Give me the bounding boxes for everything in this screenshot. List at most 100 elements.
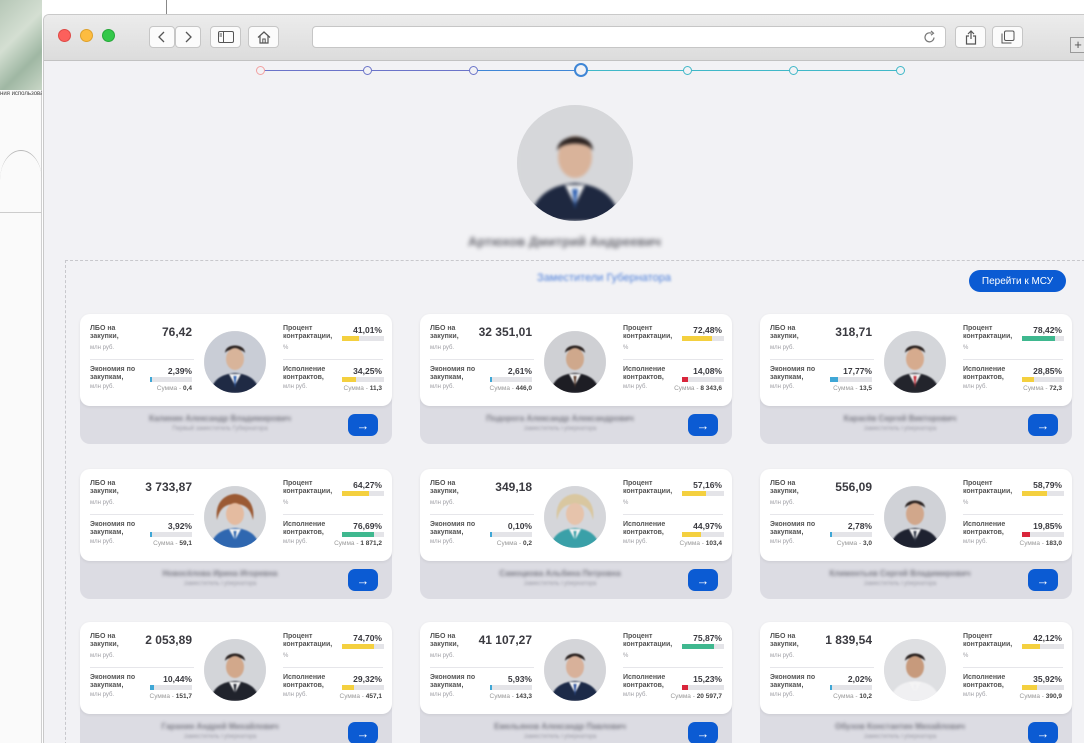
deputy-card: ЛБО на закупки, млн руб. 2 053,89 Эконом… (80, 622, 392, 743)
contract-percent-unit: % (623, 345, 629, 351)
lbo-unit: млн руб. (90, 500, 115, 506)
arrow-right-icon: → (356, 572, 370, 588)
deputy-avatar (884, 331, 946, 393)
economy-percent: 2,39% (167, 366, 192, 376)
progress-step-dot[interactable] (363, 66, 372, 75)
contract-percent-value: 74,70% (353, 633, 382, 643)
execution-sum-value: 103,4 (705, 540, 722, 547)
card-stats-panel: ЛБО на закупки, млн руб. 3 733,87 Эконом… (80, 469, 392, 561)
progress-step-dot[interactable] (896, 66, 905, 75)
new-tab-button[interactable]: + (1070, 37, 1084, 53)
lbo-value: 318,71 (835, 325, 872, 339)
share-button[interactable] (955, 26, 986, 48)
execution-sum: Сумма - 20 597,7 (650, 693, 722, 700)
close-window-button[interactable] (58, 29, 71, 42)
open-deputy-button[interactable]: → (348, 569, 378, 591)
economy-unit: млн руб. (770, 539, 795, 545)
open-deputy-button[interactable]: → (1028, 722, 1058, 743)
progress-step-connector (794, 70, 901, 71)
open-deputy-button[interactable]: → (1028, 569, 1058, 591)
deputy-role: Заместитель Губернатора (183, 581, 257, 587)
divider (623, 514, 723, 515)
execution-unit: млн руб. (963, 539, 988, 545)
contract-percent-unit: % (623, 500, 629, 506)
lbo-value: 1 839,54 (825, 633, 872, 647)
contract-percent-value: 41,01% (353, 325, 382, 335)
contract-bar (682, 644, 724, 649)
execution-sum-value: 1 871,2 (360, 540, 382, 547)
progress-step-dot[interactable] (469, 66, 478, 75)
deputy-role: Заместитель Губернатора (183, 734, 257, 740)
arrow-right-icon: → (1036, 417, 1050, 433)
lbo-label: ЛБО на закупки, (90, 480, 119, 495)
economy-sum-value: 0,2 (522, 540, 532, 547)
forward-button[interactable] (175, 26, 201, 48)
arrow-right-icon: → (356, 417, 370, 433)
desktop-tick (166, 0, 167, 14)
deputy-portrait (544, 486, 606, 548)
back-button[interactable] (149, 26, 175, 48)
contract-percent-unit: % (963, 500, 969, 506)
lbo-label: ЛБО на закупки, (430, 480, 459, 495)
lbo-unit: млн руб. (430, 345, 455, 351)
execution-bar (342, 532, 384, 537)
deputy-portrait (884, 331, 946, 393)
deputy-role: Первый заместитель Губернатора (172, 426, 268, 432)
progress-step-connector (261, 70, 368, 71)
contract-percent-unit: % (283, 653, 289, 659)
economy-percent: 5,93% (507, 674, 532, 684)
deputy-role: Заместитель Губернатора (863, 426, 937, 432)
open-deputy-button[interactable]: → (688, 414, 718, 436)
execution-sum: Сумма - 72,3 (990, 385, 1062, 392)
home-button[interactable] (248, 26, 279, 48)
deputy-portrait (204, 331, 266, 393)
open-deputy-button[interactable]: → (348, 722, 378, 743)
execution-percent: 28,85% (1033, 366, 1062, 376)
page-content: Артюхов Дмитрий Андреевич Заместители Гу… (44, 62, 1084, 743)
progress-step-dot[interactable] (574, 63, 588, 77)
economy-percent: 2,02% (847, 674, 872, 684)
contract-percent-unit: % (623, 653, 629, 659)
economy-sum: Сумма - 151,7 (130, 693, 192, 700)
reload-icon[interactable] (922, 30, 937, 45)
contract-percent-unit: % (963, 653, 969, 659)
progress-step-dot[interactable] (683, 66, 692, 75)
lbo-unit: млн руб. (770, 345, 795, 351)
progress-step-connector (688, 70, 794, 71)
economy-sum: Сумма - 3,0 (810, 540, 872, 547)
browser-window: + Артюхов Дмитрий Андреевич Заместители … (43, 14, 1084, 743)
progress-steps (256, 63, 906, 78)
economy-label: Экономия по закупкам, (430, 366, 476, 381)
execution-unit: млн руб. (623, 384, 648, 390)
open-deputy-button[interactable]: → (348, 414, 378, 436)
section-title[interactable]: Заместители Губернатора (44, 272, 1084, 284)
address-bar[interactable] (312, 26, 946, 48)
execution-sum: Сумма - 1 871,2 (310, 540, 382, 547)
tabs-overview-button[interactable] (992, 26, 1023, 48)
contract-bar (342, 336, 384, 341)
open-deputy-button[interactable]: → (688, 722, 718, 743)
deputy-name: Емельянов Александр Павлович (494, 722, 626, 731)
deputy-name: Подорога Александр Александрович (486, 414, 634, 423)
zoom-window-button[interactable] (102, 29, 115, 42)
deputy-portrait (544, 639, 606, 701)
execution-sum-value: 8 343,6 (700, 385, 722, 392)
progress-step-dot[interactable] (256, 66, 265, 75)
execution-sum: Сумма - 390,9 (990, 693, 1062, 700)
lbo-unit: млн руб. (430, 500, 455, 506)
open-deputy-button[interactable]: → (1028, 414, 1058, 436)
execution-percent: 76,69% (353, 521, 382, 531)
progress-step-dot[interactable] (789, 66, 798, 75)
economy-sum: Сумма - 10,2 (810, 693, 872, 700)
economy-unit: млн руб. (430, 692, 455, 698)
sum-label: Сумма - (833, 693, 860, 700)
sidebar-toggle-button[interactable] (210, 26, 241, 48)
sum-label: Сумма - (334, 540, 361, 547)
sum-label: Сумма - (679, 540, 706, 547)
minimize-window-button[interactable] (80, 29, 93, 42)
go-to-msu-button[interactable]: Перейти к МСУ (969, 270, 1066, 292)
open-deputy-button[interactable]: → (688, 569, 718, 591)
economy-bar (150, 685, 192, 690)
economy-unit: млн руб. (430, 384, 455, 390)
economy-sum-value: 151,7 (175, 693, 192, 700)
